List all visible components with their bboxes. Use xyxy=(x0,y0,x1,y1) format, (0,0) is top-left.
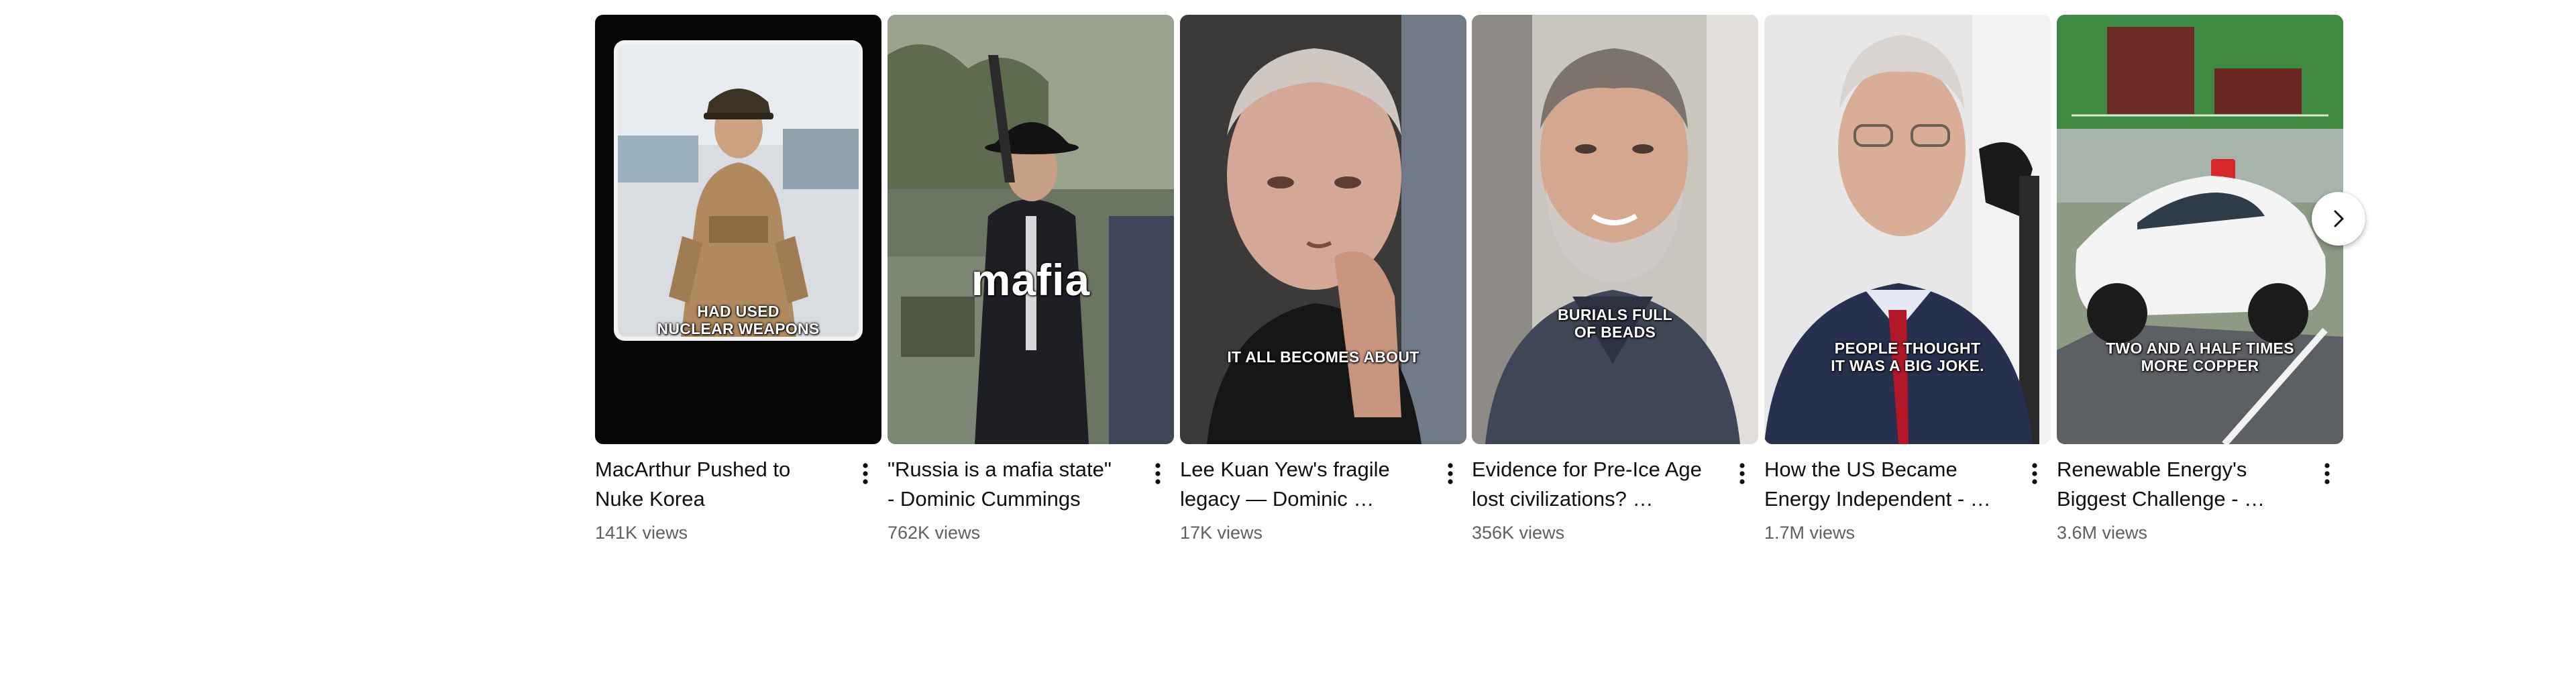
short-card[interactable]: TWO AND A HALF TIMES MORE COPPER Renewab… xyxy=(2057,15,2343,549)
short-card[interactable]: mafia "Russia is a mafia state" - Domini… xyxy=(888,15,1174,549)
thumbnail-caption: TWO AND A HALF TIMES MORE COPPER xyxy=(2106,339,2294,374)
thumbnail-image xyxy=(2057,15,2343,444)
video-thumbnail[interactable]: IT ALL BECOMES ABOUT xyxy=(1180,15,1466,444)
short-card[interactable]: HAD USED NUCLEAR WEAPONS MacArthur Pushe… xyxy=(595,15,881,549)
more-vert-icon xyxy=(1739,463,1745,484)
video-meta: "Russia is a mafia state" - Dominic Cumm… xyxy=(888,455,1174,549)
video-thumbnail[interactable]: TWO AND A HALF TIMES MORE COPPER xyxy=(2057,15,2343,444)
thumbnail-image xyxy=(1180,15,1466,444)
thumbnail-caption: mafia xyxy=(971,255,1091,305)
more-options-button[interactable] xyxy=(2021,460,2048,487)
more-vert-icon xyxy=(2032,463,2037,484)
shorts-shelf: HAD USED NUCLEAR WEAPONS MacArthur Pushe… xyxy=(595,15,2343,551)
view-count: 141K views xyxy=(595,523,688,543)
view-count: 1.7M views xyxy=(1764,523,1856,543)
view-count: 762K views xyxy=(888,523,981,543)
view-count: 17K views xyxy=(1180,523,1263,543)
video-title[interactable]: Evidence for Pre-Ice Age lost civilizati… xyxy=(1472,455,1707,514)
more-options-button[interactable] xyxy=(852,460,879,487)
video-thumbnail[interactable]: mafia xyxy=(888,15,1174,444)
chevron-right-icon xyxy=(2334,210,2344,227)
thumbnail-image xyxy=(888,15,1174,444)
more-options-button[interactable] xyxy=(1729,460,1756,487)
video-title[interactable]: "Russia is a mafia state" - Dominic Cumm… xyxy=(888,455,1122,514)
more-options-button[interactable] xyxy=(2314,460,2341,487)
thumbnail-image xyxy=(1472,15,1758,444)
more-vert-icon xyxy=(863,463,868,484)
scroll-next-button[interactable] xyxy=(2312,192,2365,246)
view-count: 3.6M views xyxy=(2057,523,2148,543)
thumbnail-caption: BURIALS FULL OF BEADS xyxy=(1558,306,1672,341)
video-title[interactable]: MacArthur Pushed to Nuke Korea xyxy=(595,455,830,514)
video-thumbnail[interactable]: HAD USED NUCLEAR WEAPONS xyxy=(595,15,881,444)
video-thumbnail[interactable]: PEOPLE THOUGHT IT WAS A BIG JOKE. xyxy=(1764,15,2051,444)
video-meta: Evidence for Pre-Ice Age lost civilizati… xyxy=(1472,455,1758,549)
video-meta: Lee Kuan Yew's fragile legacy — Dominic … xyxy=(1180,455,1466,549)
thumbnail-caption: HAD USED NUCLEAR WEAPONS xyxy=(657,303,820,337)
short-card[interactable]: PEOPLE THOUGHT IT WAS A BIG JOKE. How th… xyxy=(1764,15,2051,549)
short-card[interactable]: IT ALL BECOMES ABOUT Lee Kuan Yew's frag… xyxy=(1180,15,1466,549)
thumbnail-caption: PEOPLE THOUGHT IT WAS A BIG JOKE. xyxy=(1831,339,1984,374)
short-card[interactable]: BURIALS FULL OF BEADS Evidence for Pre-I… xyxy=(1472,15,1758,549)
more-vert-icon xyxy=(1155,463,1161,484)
more-options-button[interactable] xyxy=(1437,460,1464,487)
thumbnail-image xyxy=(1764,15,2051,444)
video-title[interactable]: Lee Kuan Yew's fragile legacy — Dominic … xyxy=(1180,455,1415,514)
video-meta: MacArthur Pushed to Nuke Korea 141K view… xyxy=(595,455,881,549)
video-title[interactable]: Renewable Energy's Biggest Challenge - … xyxy=(2057,455,2292,514)
video-thumbnail[interactable]: BURIALS FULL OF BEADS xyxy=(1472,15,1758,444)
video-meta: Renewable Energy's Biggest Challenge - …… xyxy=(2057,455,2343,549)
more-options-button[interactable] xyxy=(1144,460,1171,487)
video-meta: How the US Became Energy Independent - …… xyxy=(1764,455,2051,549)
thumbnail-caption: IT ALL BECOMES ABOUT xyxy=(1227,348,1419,366)
more-vert-icon xyxy=(2324,463,2330,484)
video-title[interactable]: How the US Became Energy Independent - … xyxy=(1764,455,1999,514)
more-vert-icon xyxy=(1448,463,1453,484)
thumbnail-image xyxy=(595,15,881,444)
view-count: 356K views xyxy=(1472,523,1565,543)
